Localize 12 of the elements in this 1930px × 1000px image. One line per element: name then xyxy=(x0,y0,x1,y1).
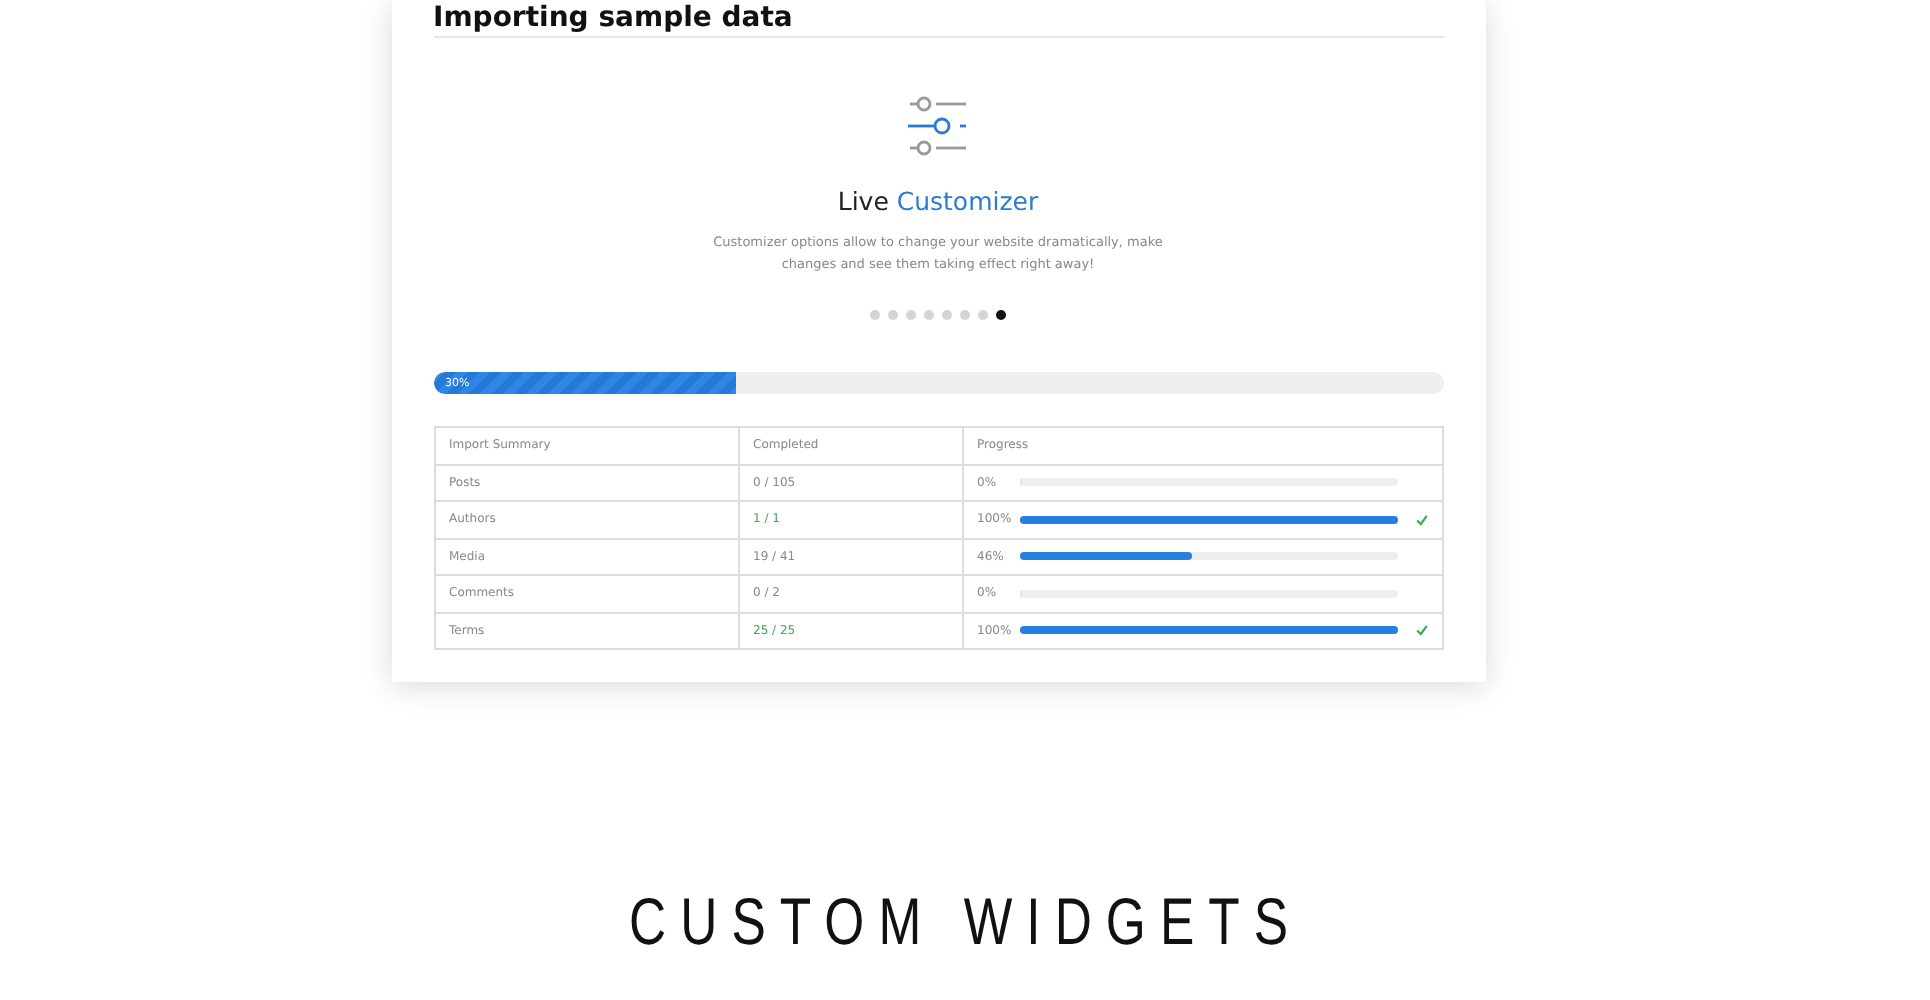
slide-dot[interactable] xyxy=(978,310,988,320)
slide-dot[interactable] xyxy=(942,310,952,320)
slide-dot[interactable] xyxy=(996,310,1006,320)
slide-title: Live Customizer xyxy=(837,186,1039,216)
slide-dot[interactable] xyxy=(888,310,898,320)
page-title: Importing sample data xyxy=(433,0,1443,38)
sliders-icon xyxy=(906,94,970,158)
slide-dot[interactable] xyxy=(924,310,934,320)
slide-dot[interactable] xyxy=(960,310,970,320)
slide-dot[interactable] xyxy=(906,310,916,320)
slide-dot[interactable] xyxy=(870,310,880,320)
section-heading: CUSTOM WIDGETS xyxy=(628,882,1302,962)
